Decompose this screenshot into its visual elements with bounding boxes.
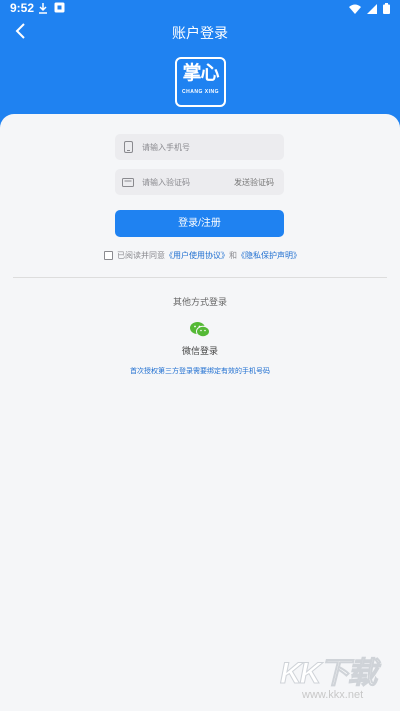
agreement-prefix: 已阅读并同意 <box>117 251 165 260</box>
agreement-row: 已阅读并同意 《用户使用协议》 和 《隐私保护声明》 <box>104 250 301 261</box>
code-input[interactable] <box>142 177 232 187</box>
login-register-button[interactable]: 登录/注册 <box>115 210 284 237</box>
watermark-main: KK下载 <box>280 657 378 691</box>
notification-icon <box>54 2 65 17</box>
login-card <box>0 114 400 711</box>
status-time: 9:52 <box>10 1 35 15</box>
nav-bar: 账户登录 <box>0 18 400 48</box>
code-field[interactable]: 发送验证码 <box>115 169 284 195</box>
phone-field[interactable] <box>115 134 284 160</box>
signal-icon <box>367 3 377 17</box>
wifi-icon <box>349 3 361 17</box>
logo-sub-text: CHANG XING <box>182 89 219 95</box>
wechat-login-label[interactable]: 微信登录 <box>0 344 400 357</box>
verification-code-icon <box>122 176 134 188</box>
app-logo: 掌心 CHANG XING <box>175 57 226 107</box>
status-bar: 9:52 <box>0 0 400 18</box>
privacy-policy-link[interactable]: 《隐私保护声明》 <box>237 250 301 261</box>
agreement-checkbox[interactable] <box>104 251 113 260</box>
agreement-conjunction: 和 <box>229 251 237 260</box>
page-title: 账户登录 <box>172 25 228 41</box>
divider <box>13 277 387 278</box>
phone-input[interactable] <box>142 142 232 152</box>
other-login-title: 其他方式登录 <box>172 297 227 307</box>
battery-icon <box>383 3 390 17</box>
wechat-icon[interactable] <box>190 321 210 338</box>
user-agreement-link[interactable]: 《用户使用协议》 <box>165 250 229 261</box>
logo-main-text: 掌心 <box>182 63 219 84</box>
wechat-login-note: 首次授权第三方登录需要绑定有效的手机号码 <box>130 368 270 375</box>
phone-icon <box>122 141 134 153</box>
download-icon <box>38 2 48 17</box>
send-code-button[interactable]: 发送验证码 <box>234 177 274 188</box>
watermark-logo: KK下载 www.kkx.net <box>280 648 390 708</box>
